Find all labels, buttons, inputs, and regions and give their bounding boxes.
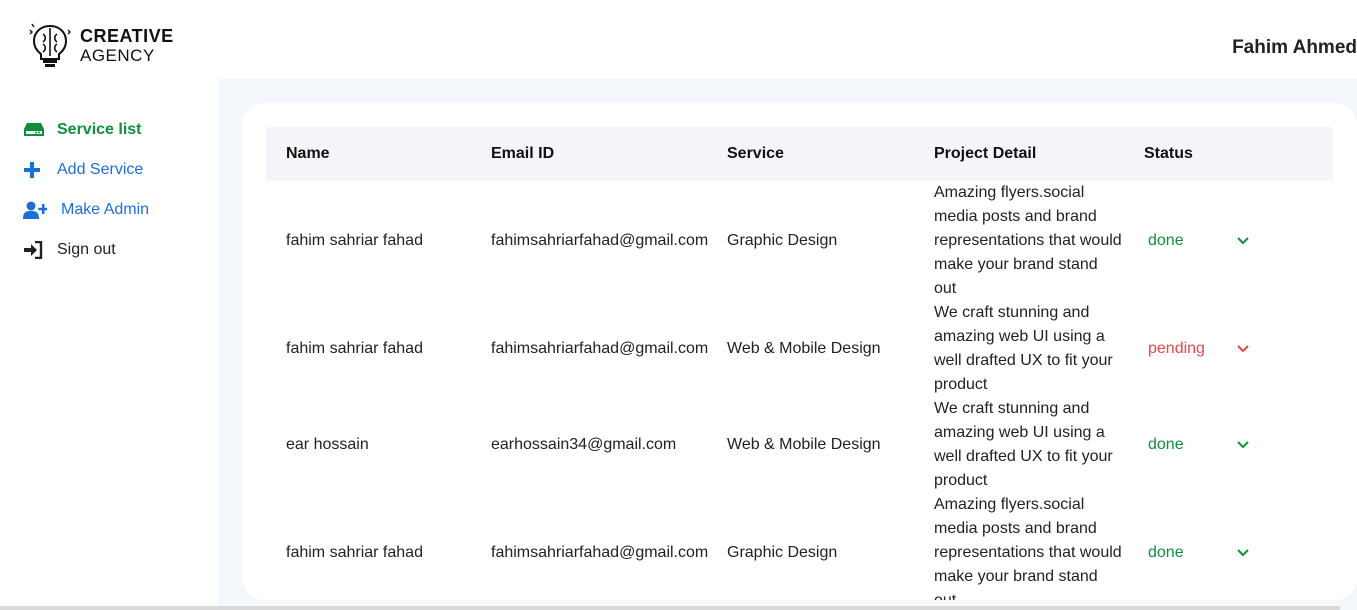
sidebar-item-label: Add Service [57,161,144,178]
cell-project-detail: Amazing flyers.social media posts and br… [934,181,1134,301]
plus-icon [23,161,45,179]
header-email: Email ID [491,145,555,162]
sidebar-item-sign-out[interactable]: Sign out [0,230,218,270]
status-select[interactable]: done [1148,544,1184,562]
status-select[interactable]: done [1148,436,1184,454]
cell-name: fahim sahriar fahad [286,544,423,561]
sidebar-item-label: Sign out [57,241,116,258]
header-project-detail: Project Detail [934,145,1037,162]
detail-line: out [934,589,1134,600]
detail-line: well drafted UX to fit your [934,352,1113,369]
detail-line: amazing web UI using a [934,424,1105,441]
cell-service: Web & Mobile Design [727,340,881,357]
sign-out-icon [23,241,45,259]
header-name: Name [286,145,330,162]
cell-email: fahimsahriarfahad@gmail.com [491,340,709,357]
table-header: Name Email ID Service Project Detail Sta… [266,127,1333,181]
sidebar-item-service-list[interactable]: Service list [0,110,218,150]
detail-line: well drafted UX to fit your [934,448,1113,465]
user-plus-icon [23,201,49,219]
cell-project-detail: We craft stunning and amazing web UI usi… [934,301,1134,397]
header-status: Status [1144,145,1193,162]
cell-service: Graphic Design [727,232,838,249]
user-name: Fahim Ahmed [1232,37,1357,58]
detail-line: representations that would [934,232,1122,249]
brand-name-line2: AGENCY [80,46,155,65]
detail-line: We craft stunning and [934,304,1090,321]
sidebar: Service list Add Service Make Admin Sign… [0,110,218,270]
cell-service: Web & Mobile Design [727,436,881,453]
detail-line: media posts and brand [934,520,1097,537]
header-service: Service [727,145,784,162]
hdd-icon [23,121,45,139]
chevron-down-icon[interactable] [1237,549,1249,557]
detail-line: Amazing flyers.social [934,496,1085,513]
cell-project-detail: Amazing flyers.social media posts and br… [934,493,1134,600]
brain-bulb-icon [29,23,71,67]
sidebar-item-label: Service list [57,121,142,138]
detail-line: amazing web UI using a [934,328,1105,345]
sidebar-item-make-admin[interactable]: Make Admin [0,190,218,230]
cell-name: ear hossain [286,436,369,453]
detail-line: We craft stunning and [934,400,1090,417]
detail-line: media posts and brand [934,208,1097,225]
status-select[interactable]: pending [1148,340,1205,358]
cell-project-detail: We craft stunning and amazing web UI usi… [934,397,1134,493]
detail-line: product [934,472,988,489]
detail-line: product [934,376,988,393]
status-select[interactable]: done [1148,232,1184,250]
chevron-down-icon[interactable] [1237,345,1249,353]
detail-line: make your brand stand [934,568,1098,585]
cell-service: Graphic Design [727,544,838,561]
detail-line: out [934,280,957,297]
detail-line: make your brand stand [934,256,1098,273]
cell-name: fahim sahriar fahad [286,340,423,357]
chevron-down-icon[interactable] [1237,441,1249,449]
logo[interactable]: CREATIVE AGENCY [28,22,174,70]
chevron-down-icon[interactable] [1237,237,1249,245]
cell-email: earhossain34@gmail.com [491,436,677,453]
cell-email: fahimsahriarfahad@gmail.com [491,544,709,561]
sidebar-item-add-service[interactable]: Add Service [0,150,218,190]
sidebar-item-label: Make Admin [61,201,150,218]
brand-name-line1: CREATIVE [80,26,174,46]
cell-name: fahim sahriar fahad [286,232,423,249]
service-list-table: Name Email ID Service Project Detail Sta… [242,103,1357,600]
horizontal-scrollbar[interactable] [0,606,1340,610]
detail-line: representations that would [934,544,1122,561]
cell-email: fahimsahriarfahad@gmail.com [491,232,709,249]
detail-line: Amazing flyers.social [934,184,1085,201]
